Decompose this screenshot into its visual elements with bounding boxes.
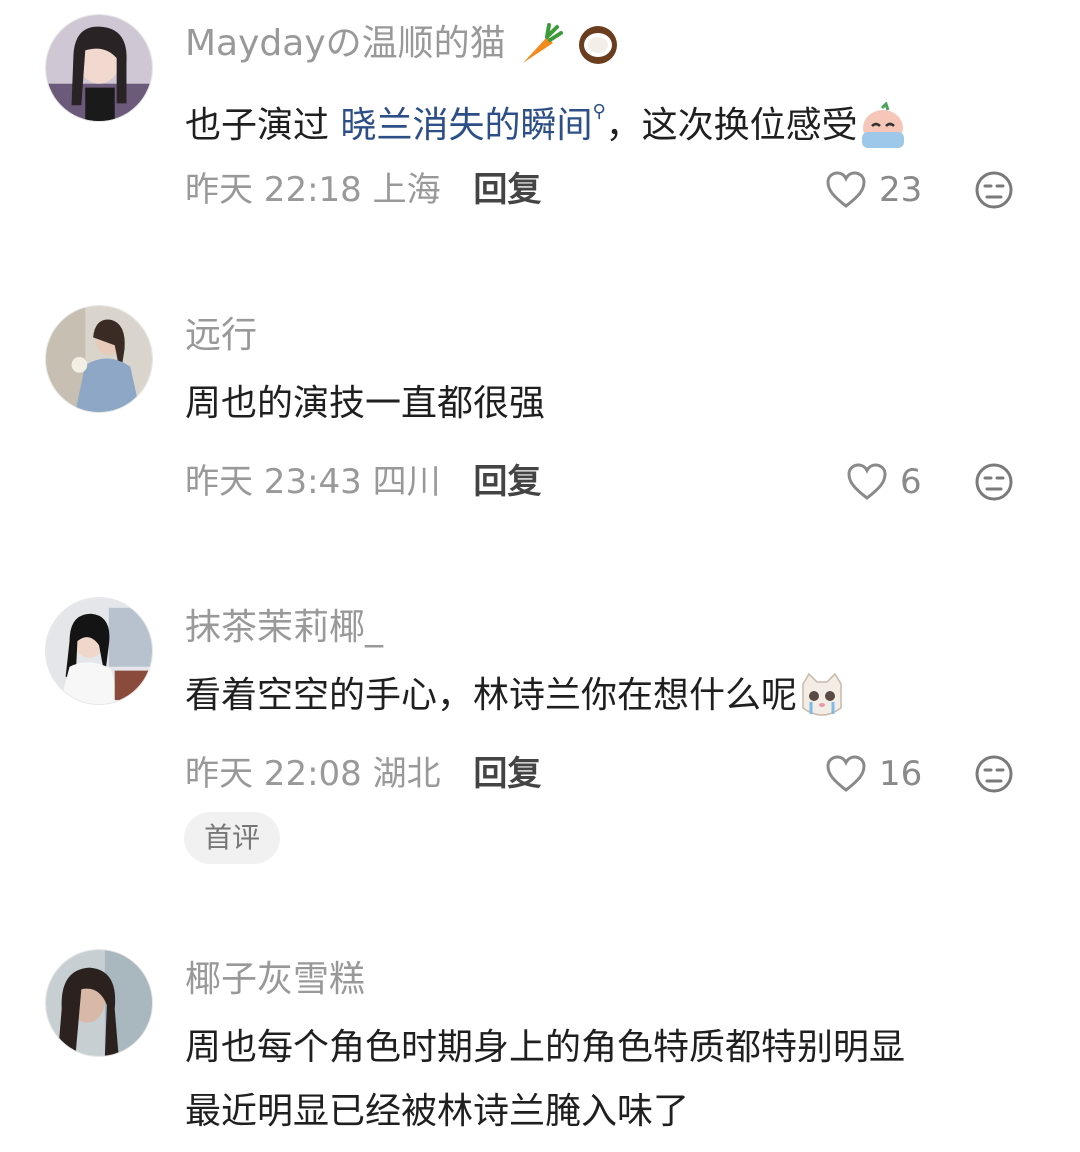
heart-outline-icon — [826, 171, 866, 208]
comment-text-line: 周也每个角色时期身上的角色特质都特别明显 — [185, 1027, 906, 1068]
username[interactable]: 抹茶茉莉椰_ — [185, 606, 383, 650]
like-button[interactable]: 23 — [825, 168, 922, 212]
comment-text: 看着空空的手心，林诗兰你在想什么呢 — [185, 666, 847, 726]
meh-face-icon[interactable] — [974, 462, 1014, 502]
username[interactable]: Maydayの温顺的猫 — [185, 22, 621, 67]
reply-button[interactable]: 回复 — [473, 170, 541, 210]
comment-meta: 昨天 22:18 上海 回复 — [185, 168, 541, 212]
like-button[interactable]: 16 — [825, 752, 922, 796]
user-avatar[interactable] — [45, 597, 153, 705]
comment-text: 也子演过 晓兰消失的瞬间⚲，这次换位感受 — [185, 82, 908, 156]
heart-outline-icon — [847, 463, 887, 500]
username[interactable]: 椰子灰雪糕 — [185, 958, 365, 1002]
user-avatar[interactable] — [45, 14, 153, 122]
comment-meta: 昨天 22:08 湖北 回复 — [185, 752, 541, 796]
carrot-emoji — [523, 23, 564, 63]
comment-item: 远行 周也的演技一直都很强 昨天 23:43 四川 回复 6 — [0, 292, 1080, 552]
user-avatar[interactable] — [45, 305, 153, 413]
first-comment-badge: 首评 — [184, 812, 281, 864]
comment-text: 周也的演技一直都很强 — [185, 383, 546, 424]
comment-item: 椰子灰雪糕 周也每个角色时期身上的角色特质都特别明显 最近明显已经被林诗兰腌入味… — [0, 936, 1080, 1152]
coconut-emoji — [578, 26, 617, 64]
reply-button[interactable]: 回复 — [473, 462, 541, 502]
crying-cat-emoji — [802, 672, 842, 716]
username[interactable]: 远行 — [185, 314, 257, 358]
like-count: 16 — [879, 754, 923, 794]
search-icon: ⚲ — [592, 101, 606, 122]
comment-item: Maydayの温顺的猫 也子演过 晓兰消失的瞬间⚲，这次换位感受 昨天 22:1… — [0, 0, 1080, 260]
like-count: 23 — [879, 170, 923, 210]
comment-location: 湖北 — [372, 754, 441, 794]
meh-face-icon[interactable] — [974, 170, 1014, 210]
user-avatar[interactable] — [45, 949, 153, 1057]
reply-button[interactable]: 回复 — [473, 754, 541, 794]
like-count: 6 — [900, 462, 922, 502]
comment-location: 上海 — [372, 170, 441, 210]
comment-meta: 昨天 23:43 四川 回复 — [185, 460, 541, 504]
search-link[interactable]: 晓兰消失的瞬间⚲ — [340, 101, 605, 146]
comment-time: 昨天 22:18 — [185, 170, 362, 210]
username-text: Maydayの温顺的猫 — [185, 23, 506, 64]
heart-outline-icon — [826, 755, 866, 792]
comment-location: 四川 — [372, 462, 441, 502]
comment-time: 昨天 22:08 — [185, 754, 362, 794]
comment-text-line: 最近明显已经被林诗兰腌入味了 — [185, 1091, 690, 1132]
meh-face-icon[interactable] — [974, 754, 1014, 794]
comment-item: 抹茶茉莉椰_ 看着空空的手心，林诗兰你在想什么呢 昨天 22:08 湖北 回复 … — [0, 584, 1080, 884]
like-button[interactable]: 6 — [846, 460, 922, 504]
crying-face-emoji — [861, 102, 904, 148]
comment-time: 昨天 23:43 — [185, 462, 362, 502]
